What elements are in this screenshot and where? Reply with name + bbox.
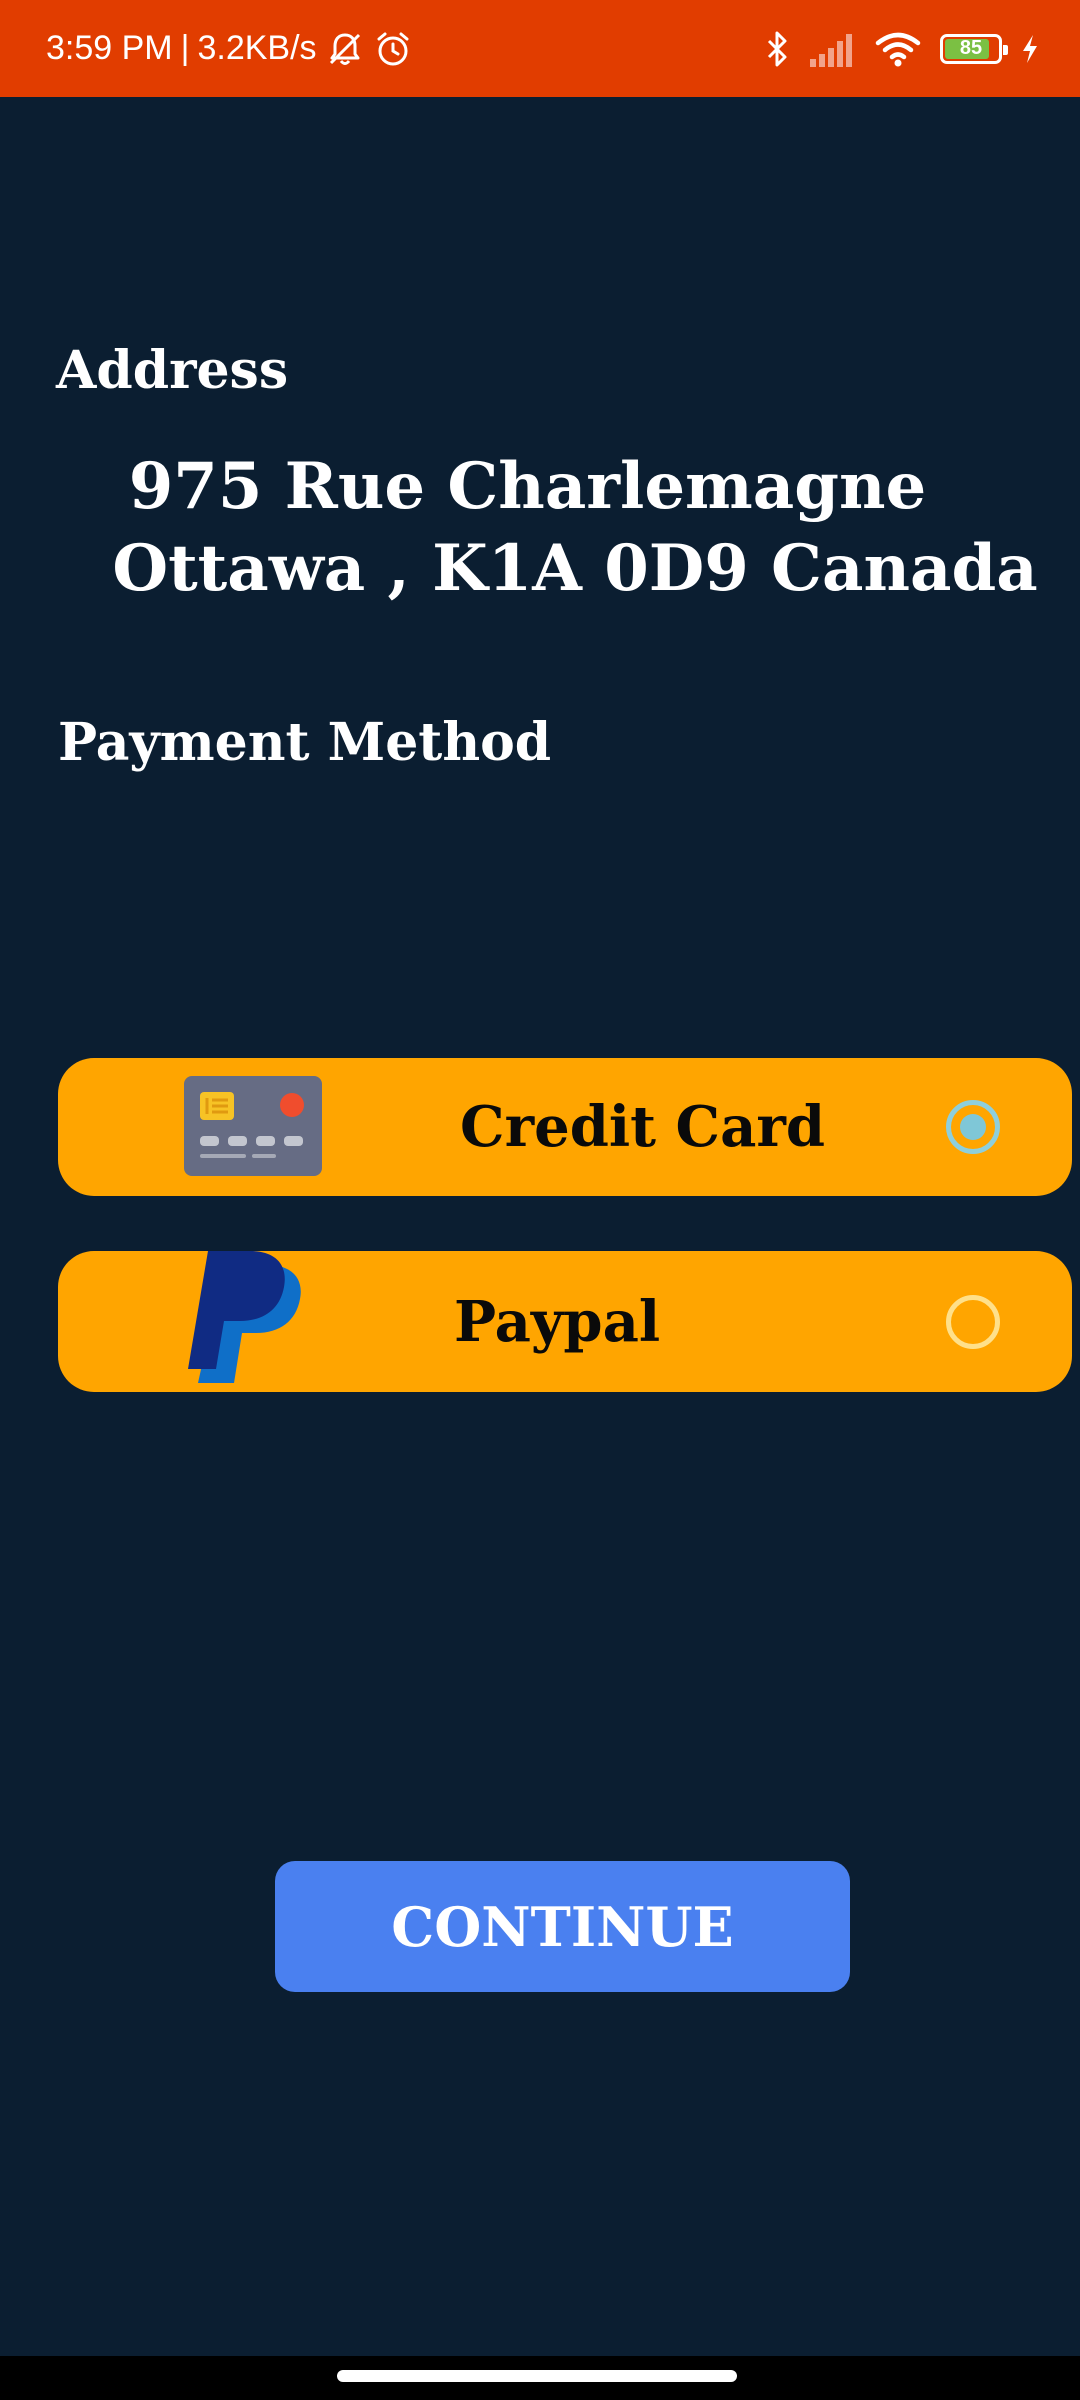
radio-selected-dot: [960, 1114, 986, 1140]
status-time: 3:59 PM: [46, 29, 173, 67]
address-line-1: 975 Rue Charlemagne: [128, 449, 927, 524]
network-speed: 3.2KB/s: [197, 29, 317, 67]
payment-option-credit-card[interactable]: Credit Card: [58, 1058, 1072, 1196]
payment-method-heading: Payment Method: [58, 712, 552, 773]
status-separator: |: [180, 29, 190, 67]
battery-level: 85: [959, 37, 983, 59]
bluetooth-icon: [764, 29, 790, 69]
credit-card-icon: [184, 1076, 322, 1176]
status-bar: 3:59 PM | 3.2KB/s 85: [0, 0, 1080, 97]
wifi-icon: [874, 31, 922, 67]
paypal-icon: [188, 1249, 308, 1389]
charging-icon: [1020, 33, 1040, 65]
credit-card-label: Credit Card: [460, 1094, 826, 1160]
paypal-label: Paypal: [454, 1288, 661, 1355]
address-line-2: Ottawa , K1A 0D9 Canada: [112, 531, 1038, 606]
system-navigation-bar: [0, 2356, 1080, 2400]
address-text: 975 Rue Charlemagne Ottawa , K1A 0D9 Can…: [0, 446, 1080, 610]
battery-icon: 85: [940, 33, 1008, 64]
signal-icon: [808, 31, 856, 67]
address-heading: Address: [56, 340, 289, 401]
credit-card-radio[interactable]: [946, 1100, 1000, 1154]
alarm-icon: [373, 29, 413, 69]
bell-muted-icon: [325, 29, 365, 69]
continue-button[interactable]: CONTINUE: [275, 1861, 850, 1992]
payment-option-paypal[interactable]: Paypal: [58, 1251, 1072, 1392]
status-right: 85: [764, 0, 1040, 97]
home-indicator[interactable]: [337, 2370, 737, 2382]
paypal-radio[interactable]: [946, 1295, 1000, 1349]
status-left: 3:59 PM | 3.2KB/s: [46, 0, 413, 97]
battery-cap: [1003, 44, 1008, 55]
